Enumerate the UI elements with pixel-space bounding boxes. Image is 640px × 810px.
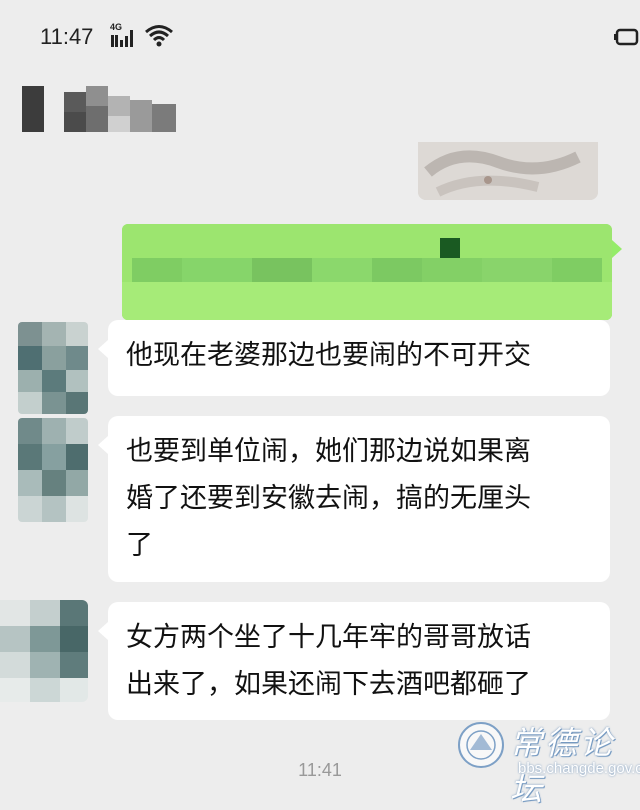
signal-icon: 4G <box>110 22 136 48</box>
received-message-bubble[interactable]: 女方两个坐了十几年牢的哥哥放话 出来了，如果还闹下去酒吧都砸了 <box>108 602 610 720</box>
forum-watermark: 常德论坛 bbs.changde.gov.cn <box>452 716 640 808</box>
avatar[interactable] <box>18 418 88 522</box>
message-text: 他现在老婆那边也要闹的不可开交 <box>126 340 531 371</box>
message-line: 婚了还要到安徽去闹，搞的无厘头 <box>126 483 531 514</box>
bubble-tail <box>98 340 108 358</box>
message-line: 女方两个坐了十几年牢的哥哥放话 <box>126 622 531 653</box>
chat-header <box>0 70 640 150</box>
received-image[interactable] <box>418 142 598 200</box>
message-line: 也要到单位闹，她们那边说如果离 <box>126 436 531 467</box>
message-line: 出来了，如果还闹下去酒吧都砸了 <box>126 669 531 700</box>
bubble-tail <box>98 436 108 454</box>
status-bar: 11:47 4G <box>0 0 640 70</box>
bubble-tail <box>98 622 108 640</box>
message-line: 了 <box>126 530 153 561</box>
watermark-url: bbs.changde.gov.cn <box>518 760 640 777</box>
received-message-bubble[interactable]: 也要到单位闹，她们那边说如果离 婚了还要到安徽去闹，搞的无厘头 了 <box>108 416 610 582</box>
contact-name-pixelated[interactable] <box>20 86 180 132</box>
wifi-icon <box>144 24 174 48</box>
avatar[interactable] <box>18 322 88 414</box>
sent-bubble-tail <box>612 240 622 258</box>
battery-icon <box>614 24 640 50</box>
received-message-bubble[interactable]: 他现在老婆那边也要闹的不可开交 <box>108 320 610 396</box>
status-time: 11:47 <box>40 24 94 49</box>
forum-seal-icon <box>458 722 504 768</box>
avatar[interactable] <box>0 600 88 702</box>
network-type-label: 4G <box>110 22 123 32</box>
sent-message-bubble-blurred[interactable] <box>122 224 612 320</box>
